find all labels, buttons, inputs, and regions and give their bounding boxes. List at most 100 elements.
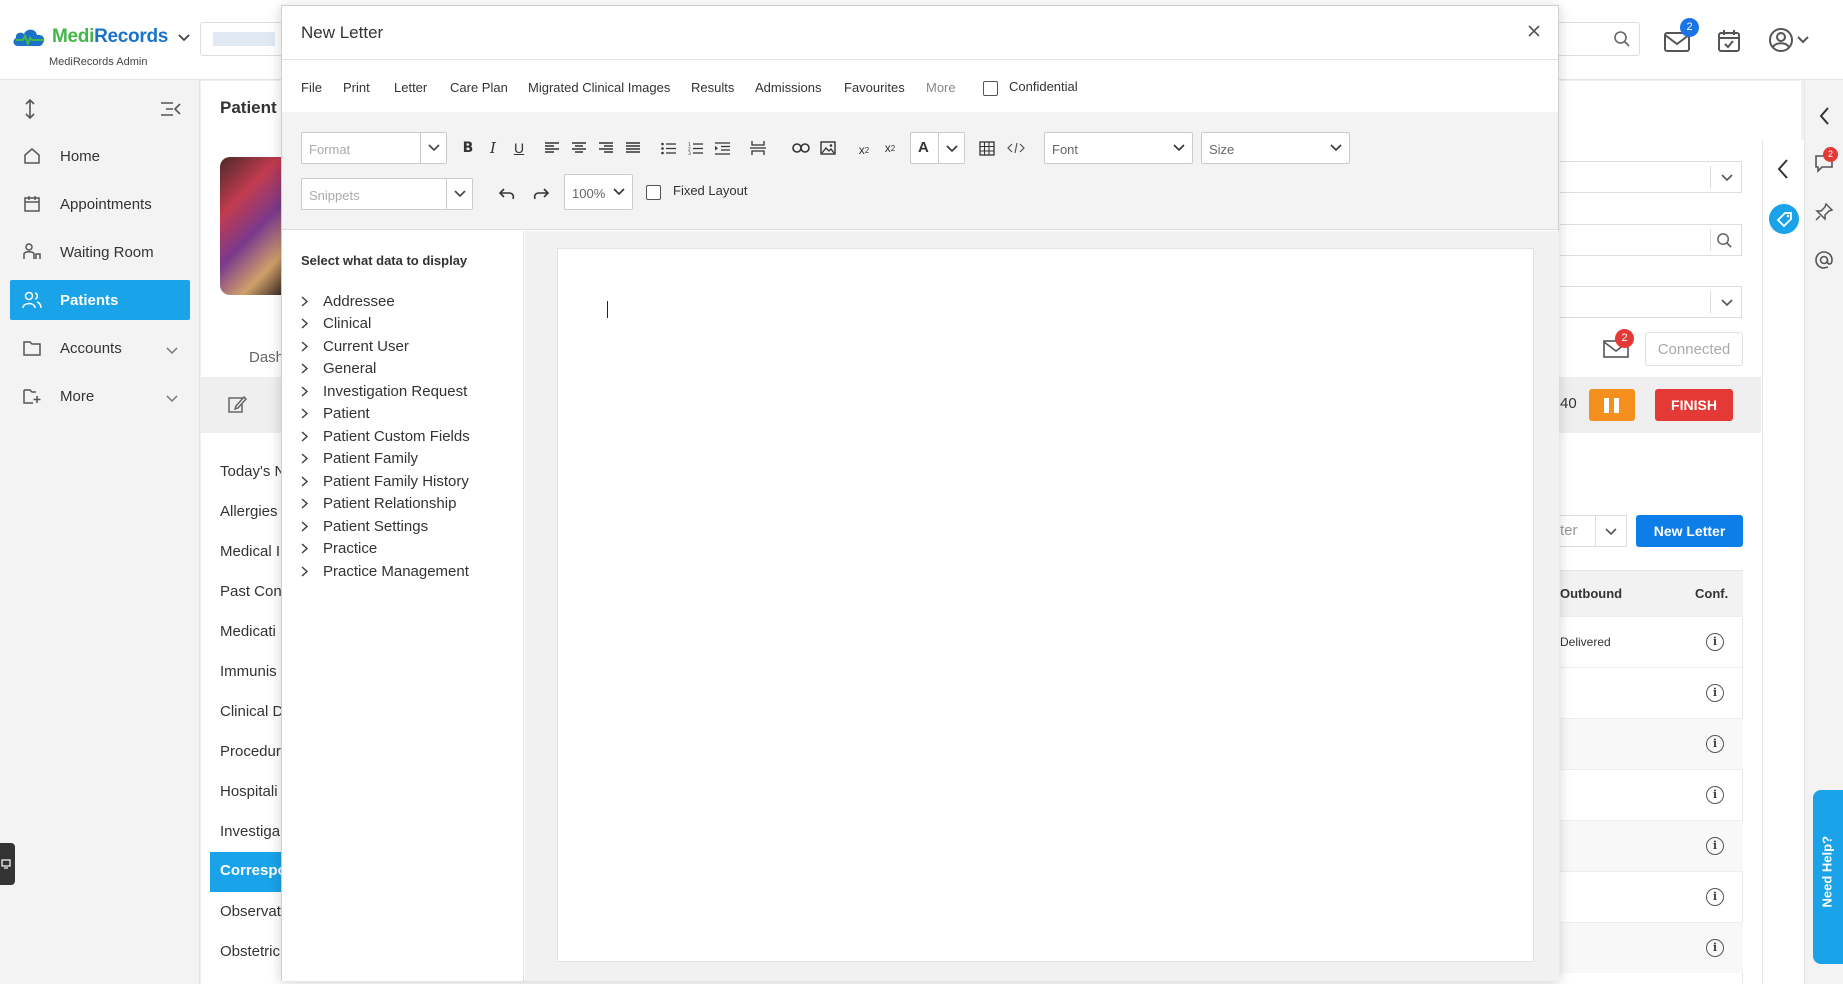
info-icon[interactable]: i xyxy=(1706,939,1724,957)
sidebar-item-accounts[interactable]: Accounts xyxy=(10,328,190,368)
tree-item-practice-management[interactable]: Practice Management xyxy=(301,563,469,580)
collapse-sidebar-icon[interactable] xyxy=(160,100,182,118)
undo-icon[interactable] xyxy=(496,183,518,205)
table-icon[interactable] xyxy=(976,137,998,159)
menu-letter[interactable]: Letter xyxy=(394,80,427,95)
sidebar-item-more[interactable]: More xyxy=(10,376,190,416)
underline-icon[interactable]: U xyxy=(508,137,530,159)
menu-results[interactable]: Results xyxy=(691,80,734,95)
redo-icon[interactable] xyxy=(530,183,552,205)
list-item[interactable]: Immunis xyxy=(220,663,277,680)
tree-item-patient-relationship[interactable]: Patient Relationship xyxy=(301,495,456,512)
source-code-icon[interactable] xyxy=(1005,137,1027,159)
snippets-select[interactable]: Snippets xyxy=(301,178,473,210)
numbered-list-icon[interactable]: 123 xyxy=(684,137,706,159)
list-item[interactable]: Investiga xyxy=(220,823,280,840)
tree-item-practice[interactable]: Practice xyxy=(301,540,377,557)
patient-search-field[interactable] xyxy=(1560,224,1742,256)
table-row[interactable]: i xyxy=(1560,667,1743,718)
mail-icon[interactable]: 2 xyxy=(1663,18,1699,57)
tree-item-current-user[interactable]: Current User xyxy=(301,338,409,355)
font-select[interactable]: Font xyxy=(1044,132,1193,164)
pin-icon[interactable] xyxy=(1814,202,1834,222)
info-icon[interactable]: i xyxy=(1706,633,1724,651)
left-edge-tab[interactable] xyxy=(0,843,15,885)
list-item[interactable]: Obstetric xyxy=(220,943,280,960)
tree-item-clinical[interactable]: Clinical xyxy=(301,315,371,332)
table-row[interactable]: Delivered i xyxy=(1560,616,1743,667)
search-icon[interactable] xyxy=(1613,30,1631,51)
align-center-icon[interactable] xyxy=(568,137,590,159)
user-account-icon[interactable] xyxy=(1768,27,1812,56)
text-color-button[interactable]: A xyxy=(910,132,965,164)
menu-more[interactable]: More xyxy=(926,80,956,95)
connected-button[interactable]: Connected xyxy=(1645,332,1743,366)
confidential-checkbox[interactable] xyxy=(983,81,998,96)
pause-button[interactable] xyxy=(1589,389,1635,421)
link-icon[interactable] xyxy=(790,137,812,159)
chevron-down-icon[interactable] xyxy=(178,29,190,45)
tag-icon[interactable] xyxy=(1769,204,1799,234)
tree-item-addressee[interactable]: Addressee xyxy=(301,293,395,310)
image-icon[interactable] xyxy=(817,137,839,159)
menu-favourites[interactable]: Favourites xyxy=(844,80,905,95)
edit-icon[interactable] xyxy=(227,394,247,414)
tree-item-patient-custom-fields[interactable]: Patient Custom Fields xyxy=(301,428,470,445)
tree-item-patient-family[interactable]: Patient Family xyxy=(301,450,418,467)
patient-field-select[interactable] xyxy=(1560,286,1742,318)
superscript-icon[interactable]: x2 xyxy=(879,137,901,159)
list-item[interactable]: Medicati xyxy=(220,623,276,640)
page-break-icon[interactable] xyxy=(747,137,769,159)
calendar-check-icon[interactable] xyxy=(1716,28,1742,57)
menu-care-plan[interactable]: Care Plan xyxy=(450,80,508,95)
chat-icon[interactable]: 2 xyxy=(1814,147,1838,176)
column-header-conf[interactable]: Conf. xyxy=(1695,586,1728,601)
search-icon[interactable] xyxy=(1716,232,1733,249)
messages-icon[interactable]: 2 xyxy=(1603,329,1634,362)
table-row[interactable]: i xyxy=(1560,871,1743,922)
close-icon[interactable] xyxy=(1526,23,1542,39)
finish-button[interactable]: FINISH xyxy=(1655,389,1733,421)
letter-document-editor[interactable] xyxy=(557,248,1534,962)
chevron-left-icon[interactable] xyxy=(1776,158,1790,180)
list-item[interactable]: Medical I xyxy=(220,543,280,560)
tree-item-general[interactable]: General xyxy=(301,360,376,377)
need-help-button[interactable]: Need Help? xyxy=(1813,790,1843,964)
info-icon[interactable]: i xyxy=(1706,684,1724,702)
tree-item-patient-family-history[interactable]: Patient Family History xyxy=(301,473,469,490)
align-right-icon[interactable] xyxy=(595,137,617,159)
info-icon[interactable]: i xyxy=(1706,786,1724,804)
list-item-active[interactable]: Correspo xyxy=(210,852,290,892)
filter-dropdown-button[interactable] xyxy=(1595,515,1627,547)
subscript-icon[interactable]: x2 xyxy=(853,139,875,161)
tree-item-patient[interactable]: Patient xyxy=(301,405,370,422)
table-row[interactable]: i xyxy=(1560,718,1743,769)
table-row[interactable]: i xyxy=(1560,769,1743,820)
at-sign-icon[interactable] xyxy=(1814,250,1834,270)
list-item[interactable]: Past Con xyxy=(220,583,282,600)
sidebar-item-waiting-room[interactable]: Waiting Room xyxy=(10,232,190,272)
info-icon[interactable]: i xyxy=(1706,735,1724,753)
info-icon[interactable]: i xyxy=(1706,837,1724,855)
new-letter-button[interactable]: New Letter xyxy=(1636,515,1743,547)
indent-icon[interactable] xyxy=(711,137,733,159)
menu-print[interactable]: Print xyxy=(343,80,370,95)
justify-icon[interactable] xyxy=(622,137,644,159)
app-logo[interactable]: MediRecords xyxy=(12,26,190,48)
sidebar-item-home[interactable]: Home xyxy=(10,136,190,176)
menu-admissions[interactable]: Admissions xyxy=(755,80,821,95)
list-item[interactable]: Allergies xyxy=(220,503,278,520)
sidebar-item-appointments[interactable]: Appointments xyxy=(10,184,190,224)
tree-item-patient-settings[interactable]: Patient Settings xyxy=(301,518,428,535)
list-item[interactable]: Observat xyxy=(220,903,281,920)
table-row[interactable]: i xyxy=(1560,820,1743,871)
bullet-list-icon[interactable] xyxy=(657,137,679,159)
list-item[interactable]: Procedur xyxy=(220,743,281,760)
resize-vertical-icon[interactable] xyxy=(22,98,38,120)
table-row[interactable]: i xyxy=(1560,922,1743,973)
tree-item-investigation-request[interactable]: Investigation Request xyxy=(301,383,467,400)
size-select[interactable]: Size xyxy=(1201,132,1350,164)
bold-icon[interactable]: B xyxy=(457,137,479,159)
list-item[interactable]: Hospitali xyxy=(220,783,278,800)
menu-file[interactable]: File xyxy=(301,80,322,95)
